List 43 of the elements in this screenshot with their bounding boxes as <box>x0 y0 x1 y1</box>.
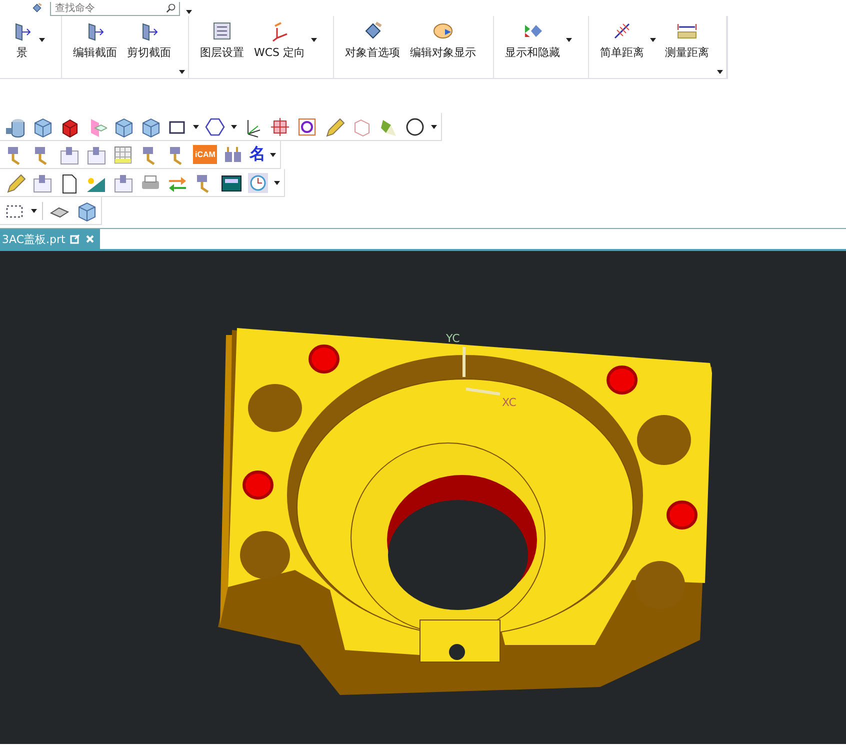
ribbon-button[interactable]: 显示和隐藏 <box>502 16 574 61</box>
caret-icon[interactable] <box>274 180 280 184</box>
diamond-icon[interactable] <box>30 2 44 14</box>
close-icon[interactable] <box>85 234 96 244</box>
ribbon-button[interactable]: WCS 定向 <box>251 16 320 61</box>
caret-icon[interactable] <box>179 70 185 74</box>
ribbon-button[interactable]: 测量距离 <box>662 16 712 61</box>
ribbon-button[interactable]: 景 <box>8 16 47 61</box>
circle-icon[interactable] <box>404 116 426 138</box>
grid-icon[interactable] <box>112 144 134 166</box>
caret-icon[interactable] <box>311 38 318 42</box>
search-icon[interactable] <box>166 3 176 13</box>
caret-icon[interactable] <box>31 208 37 212</box>
ribbon-button[interactable]: 图层设置 <box>197 16 247 61</box>
pencil-icon[interactable] <box>4 172 26 194</box>
caret-icon[interactable] <box>39 38 45 42</box>
caret-icon[interactable] <box>270 152 276 156</box>
caret-icon[interactable] <box>431 124 437 128</box>
caret-icon[interactable] <box>231 124 237 128</box>
search-field[interactable]: 查找命令 <box>50 2 180 16</box>
toolbar-button[interactable]: 名 <box>249 144 266 165</box>
ribbon-button[interactable]: 简单距离 <box>597 16 658 61</box>
target-icon[interactable] <box>269 116 291 138</box>
caret-icon[interactable] <box>650 38 656 42</box>
coordinate-triad-icon <box>462 346 502 396</box>
triad-label: YC <box>446 332 460 345</box>
caret-icon[interactable] <box>717 70 724 74</box>
triad-label: XC <box>502 396 516 409</box>
ribbon-button[interactable]: 剪切截面 <box>124 16 174 61</box>
caret-icon[interactable] <box>566 38 572 42</box>
caret-icon[interactable] <box>193 124 199 128</box>
ribbon-button[interactable]: 编辑截面 <box>70 16 120 61</box>
tab-title: 3AC盖板.prt <box>2 232 66 246</box>
pencil-icon[interactable] <box>323 116 345 138</box>
ribbon-button[interactable]: 编辑对象显示 <box>407 16 480 61</box>
graphics-viewport[interactable]: YC XC <box>0 251 846 744</box>
undock-icon[interactable] <box>70 234 80 244</box>
ring-icon[interactable] <box>296 116 318 138</box>
clock-icon[interactable] <box>247 172 269 194</box>
caret-icon[interactable] <box>186 10 192 14</box>
ribbon-button[interactable]: 对象首选项 <box>342 16 404 61</box>
layer-list-icon[interactable] <box>211 20 233 42</box>
hexagon-icon[interactable] <box>204 116 226 138</box>
